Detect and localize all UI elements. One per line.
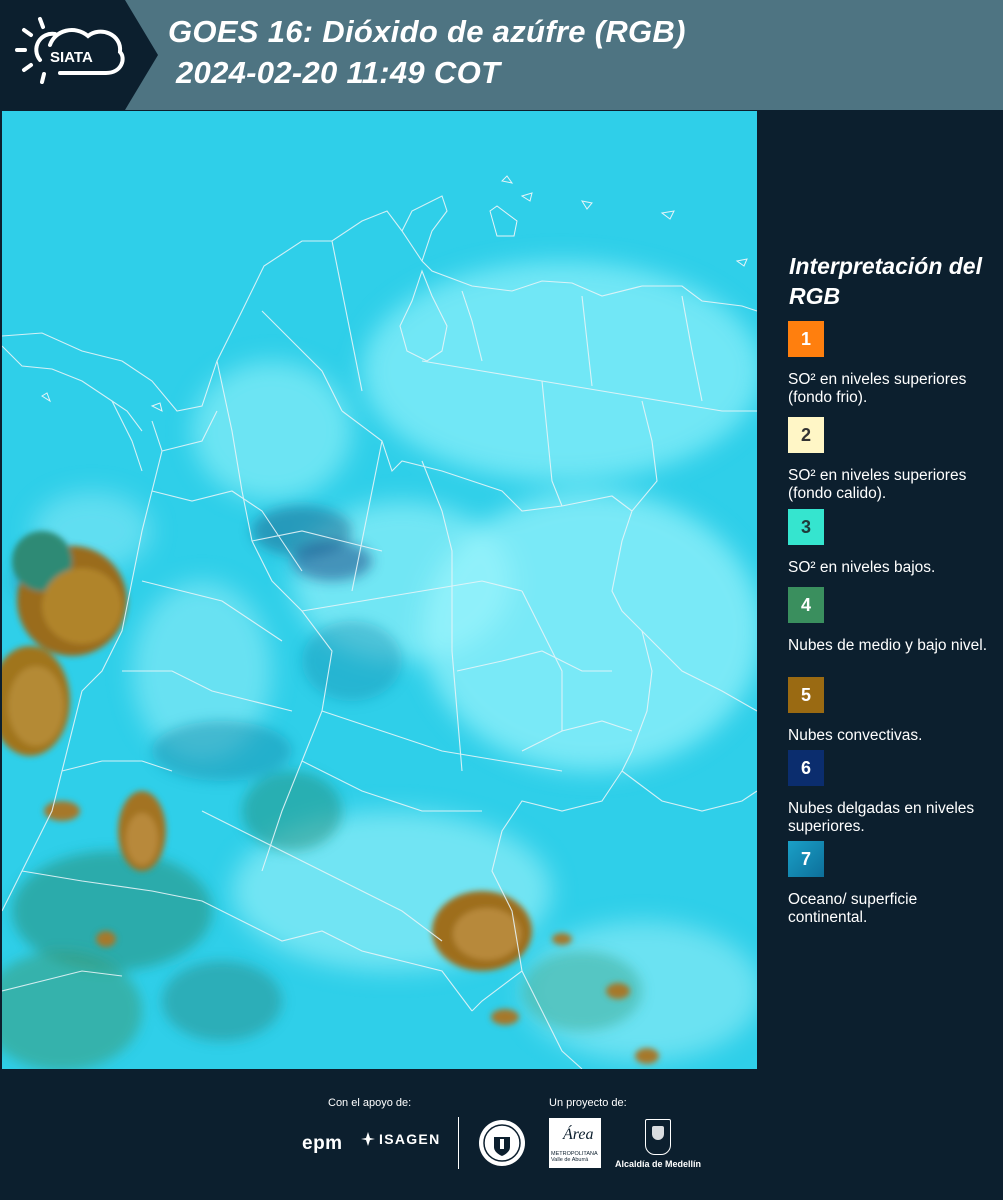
epm-logo[interactable]: epm	[302, 1133, 343, 1155]
legend-text-6: Nubes delgadas en niveles superiores.	[788, 800, 975, 835]
satellite-map[interactable]	[2, 111, 757, 1069]
legend-swatch-3: 3	[788, 509, 824, 545]
legend-item-6: 6 Nubes delgadas en niveles superiores.	[788, 750, 993, 836]
legend-text-1: SO² en niveles superiores (fondo frio).	[788, 371, 967, 406]
isagen-icon	[361, 1132, 375, 1146]
legend-text-2: SO² en niveles superiores (fondo calido)…	[788, 467, 967, 502]
area-logo-word: Área	[563, 1126, 594, 1143]
legend-swatch-7: 7	[788, 841, 824, 877]
page-timestamp: 2024-02-20 11:49 COT	[176, 55, 501, 90]
legend-swatch-6: 6	[788, 750, 824, 786]
medellin-shield-icon	[645, 1119, 671, 1155]
siata-logo-text: SIATA	[50, 49, 93, 66]
page-title: GOES 16: Dióxido de azúfre (RGB)	[168, 14, 686, 49]
legend-item-3: 3 SO² en niveles bajos.	[788, 509, 993, 577]
legend-item-4: 4 Nubes de medio y bajo nivel.	[788, 587, 993, 655]
legend-text-7: Oceano/ superficie continental.	[788, 891, 918, 926]
project-caption: Un proyecto de:	[549, 1097, 627, 1109]
legend-text-5: Nubes convectivas.	[788, 727, 923, 744]
legend-swatch-2: 2	[788, 417, 824, 453]
legend-panel: Interpretación del RGB 1 SO² en niveles …	[757, 111, 1003, 1069]
legend-swatch-1: 1	[788, 321, 824, 357]
legend-swatch-5: 5	[788, 677, 824, 713]
legend-item-2: 2 SO² en niveles superiores (fondo calid…	[788, 417, 993, 503]
isagen-label: ISAGEN	[379, 1131, 441, 1147]
legend-title: Interpretación del RGB	[789, 253, 982, 309]
legend-swatch-4: 4	[788, 587, 824, 623]
isagen-logo[interactable]: ISAGEN	[360, 1131, 440, 1147]
university-seal-logo[interactable]	[478, 1119, 526, 1172]
footer-divider	[458, 1117, 459, 1169]
legend-text-4: Nubes de medio y bajo nivel.	[788, 637, 988, 654]
siata-logo[interactable]: SIATA	[0, 0, 160, 110]
header-bar: SIATA GOES 16: Dióxido de azúfre (RGB) 2…	[0, 0, 1003, 110]
support-caption: Con el apoyo de:	[328, 1097, 412, 1109]
alcaldia-medellin-logo[interactable]: Alcaldía de Medellín	[612, 1119, 704, 1169]
medellin-label: Alcaldía de Medellín	[614, 1159, 702, 1169]
area-logo-subtitle: METROPOLITANA Valle de Aburrá	[551, 1151, 598, 1163]
footer: Con el apoyo de: Un proyecto de: epm ISA…	[0, 1069, 1003, 1200]
legend-item-1: 1 SO² en niveles superiores (fondo frio)…	[788, 321, 993, 407]
legend-text-3: SO² en niveles bajos.	[788, 559, 936, 576]
legend-item-5: 5 Nubes convectivas.	[788, 677, 993, 745]
area-metropolitana-logo[interactable]: Área METROPOLITANA Valle de Aburrá	[549, 1118, 601, 1168]
legend-item-7: 7 Oceano/ superficie continental.	[788, 841, 993, 927]
